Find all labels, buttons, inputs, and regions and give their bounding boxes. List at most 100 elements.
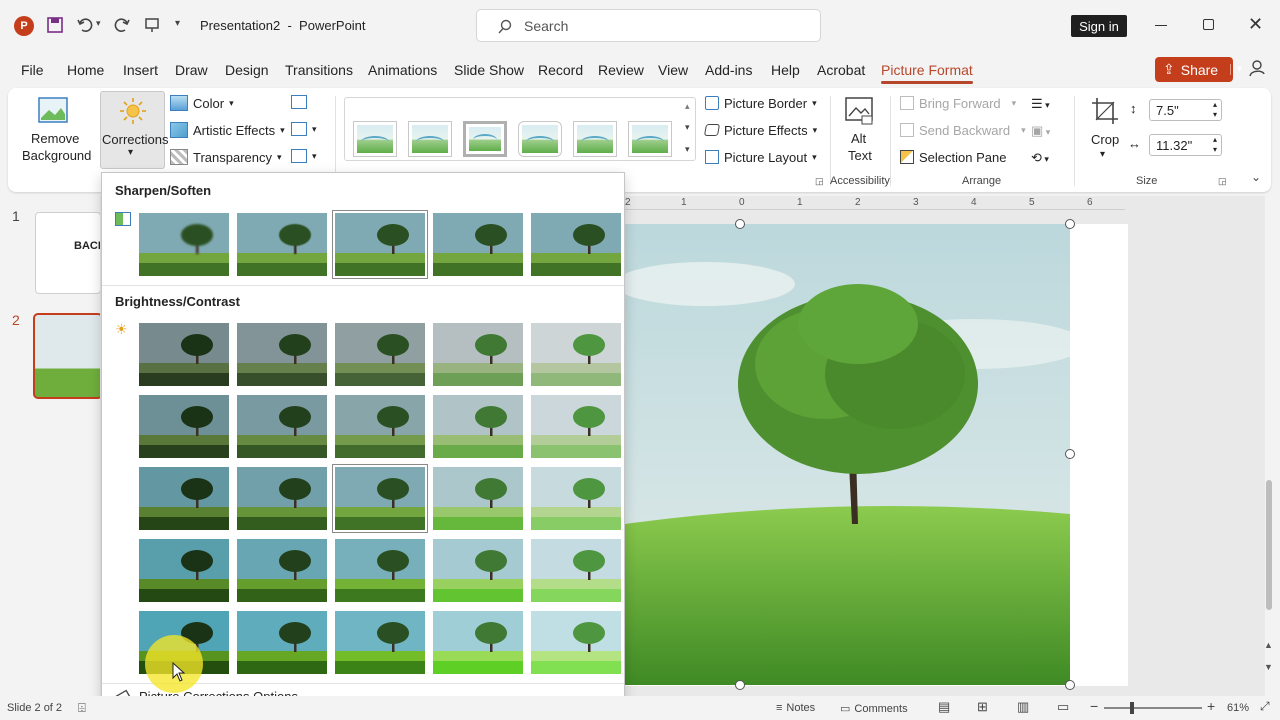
redo-icon[interactable] <box>112 15 132 35</box>
brightness-contrast-thumb[interactable] <box>531 539 621 602</box>
tab-acrobat[interactable]: Acrobat <box>817 62 865 78</box>
picture-styles-launcher-icon[interactable]: ◲ <box>815 176 824 187</box>
brightness-contrast-thumb[interactable] <box>139 395 229 458</box>
tab-picture-format[interactable]: Picture Format <box>881 62 973 84</box>
share-dropdown-icon[interactable]: ▾ <box>1230 64 1242 75</box>
resize-handle-bottom-right[interactable] <box>1065 680 1075 690</box>
remove-background-button[interactable]: Remove Background <box>18 93 91 168</box>
tab-design[interactable]: Design <box>225 62 269 78</box>
zoom-slider-thumb[interactable] <box>1130 702 1134 714</box>
slide-counter[interactable]: Slide 2 of 2 <box>7 702 62 714</box>
picture-style-6[interactable] <box>628 121 672 157</box>
picture-style-4[interactable] <box>518 121 562 157</box>
scroll-down-icon[interactable]: ▼ <box>1264 662 1273 672</box>
brightness-contrast-thumb[interactable] <box>139 539 229 602</box>
compress-pictures-icon[interactable] <box>291 95 307 109</box>
tab-file[interactable]: File <box>21 62 44 78</box>
zoom-in-icon[interactable]: + <box>1207 698 1215 714</box>
reading-view-icon[interactable]: ▥ <box>1017 699 1029 715</box>
gallery-scroll-down-icon[interactable]: ▾ <box>685 122 690 133</box>
brightness-contrast-thumb[interactable] <box>237 611 327 674</box>
change-picture-icon[interactable] <box>291 122 307 136</box>
tab-add-ins[interactable]: Add-ins <box>705 62 752 78</box>
reset-picture-dropdown-icon[interactable]: ▾ <box>312 151 317 162</box>
sharpen-thumb[interactable] <box>531 213 621 276</box>
sharpen-thumb[interactable] <box>332 210 428 279</box>
transparency-button[interactable]: Transparency ▾ <box>170 146 282 168</box>
brightness-contrast-thumb[interactable] <box>335 395 425 458</box>
save-icon[interactable] <box>45 15 65 35</box>
tree-picture[interactable] <box>615 224 1085 685</box>
vertical-scrollbar[interactable] <box>1266 480 1272 610</box>
resize-handle-top-right[interactable] <box>1065 219 1075 229</box>
brightness-contrast-thumb[interactable] <box>531 323 621 386</box>
sharpen-thumb[interactable] <box>139 213 229 276</box>
comments-button[interactable]: ▭ Comments <box>840 702 908 715</box>
change-picture-dropdown-icon[interactable]: ▾ <box>312 124 317 135</box>
tab-insert[interactable]: Insert <box>123 62 158 78</box>
brightness-contrast-thumb[interactable] <box>237 467 327 530</box>
picture-border-button[interactable]: Picture Border ▾ <box>705 92 817 114</box>
tab-draw[interactable]: Draw <box>175 62 208 78</box>
coauthor-icon[interactable] <box>1248 58 1268 81</box>
brightness-contrast-thumb[interactable] <box>335 539 425 602</box>
brightness-contrast-thumb[interactable] <box>335 611 425 674</box>
brightness-contrast-thumb[interactable] <box>433 611 523 674</box>
width-spinner[interactable]: 11.32" ▴ ▾ <box>1149 134 1222 156</box>
zoom-level[interactable]: 61% <box>1227 702 1249 714</box>
brightness-contrast-thumb[interactable] <box>237 395 327 458</box>
corrections-button[interactable]: Corrections ▾ <box>100 91 168 169</box>
tab-animations[interactable]: Animations <box>368 62 437 78</box>
selection-pane-button[interactable]: Selection Pane <box>900 146 1006 168</box>
sign-in-button[interactable]: Sign in <box>1071 15 1127 37</box>
slide-show-icon[interactable]: ▭ <box>1057 699 1069 715</box>
gallery-scroll-up-icon[interactable]: ▴ <box>685 101 690 112</box>
color-button[interactable]: Color ▾ <box>170 92 234 114</box>
brightness-contrast-thumb[interactable] <box>332 464 428 533</box>
zoom-slider[interactable] <box>1104 707 1202 709</box>
collapse-ribbon-icon[interactable]: ⌄ <box>1251 170 1261 184</box>
search-box[interactable]: Search <box>476 9 821 42</box>
brightness-contrast-thumb[interactable] <box>433 467 523 530</box>
accessibility-status-icon[interactable]: ⌹ <box>78 700 86 716</box>
tab-home[interactable]: Home <box>67 62 104 78</box>
artistic-effects-button[interactable]: Artistic Effects ▾ <box>170 119 285 141</box>
brightness-contrast-thumb[interactable] <box>237 323 327 386</box>
present-icon[interactable] <box>142 15 162 35</box>
crop-button[interactable]: Crop ▾ <box>1088 94 1122 162</box>
brightness-contrast-thumb[interactable] <box>433 539 523 602</box>
share-button[interactable]: ⇪ Share ▾ <box>1155 57 1242 82</box>
slide-thumbnail-2[interactable] <box>33 313 103 399</box>
tab-transitions[interactable]: Transitions <box>285 62 353 78</box>
brightness-contrast-thumb[interactable] <box>237 539 327 602</box>
minimize-icon[interactable] <box>1155 25 1167 26</box>
maximize-icon[interactable] <box>1203 19 1214 30</box>
tab-slide-show[interactable]: Slide Show <box>454 62 524 78</box>
rotate-icon[interactable]: ⟲ ▾ <box>1031 150 1049 166</box>
sharpen-thumb[interactable] <box>433 213 523 276</box>
picture-style-3[interactable] <box>463 121 507 157</box>
gallery-more-icon[interactable]: ▾ <box>685 144 690 155</box>
fit-slide-icon[interactable]: ⤢ <box>1260 699 1270 714</box>
undo-dropdown-icon[interactable]: ▾ <box>96 18 101 29</box>
brightness-contrast-thumb[interactable] <box>433 395 523 458</box>
brightness-contrast-thumb[interactable] <box>531 395 621 458</box>
slide-sorter-icon[interactable]: ⊞ <box>977 699 988 715</box>
tab-help[interactable]: Help <box>771 62 800 78</box>
slide-thumbnail-1[interactable]: BACK <box>35 212 106 294</box>
picture-effects-button[interactable]: Picture Effects ▾ <box>703 119 817 141</box>
tab-view[interactable]: View <box>658 62 688 78</box>
scroll-up-icon[interactable]: ▲ <box>1264 640 1273 650</box>
picture-style-2[interactable] <box>408 121 452 157</box>
resize-handle-bottom[interactable] <box>735 680 745 690</box>
align-icon[interactable]: ☰ ▾ <box>1031 96 1050 112</box>
resize-handle-right[interactable] <box>1065 449 1075 459</box>
reset-picture-icon[interactable] <box>291 149 307 163</box>
brightness-contrast-thumb[interactable] <box>531 467 621 530</box>
picture-layout-button[interactable]: Picture Layout ▾ <box>705 146 817 168</box>
alt-text-button[interactable]: Alt Text <box>840 94 880 166</box>
tab-record[interactable]: Record <box>538 62 583 78</box>
undo-icon[interactable] <box>75 15 95 35</box>
brightness-contrast-thumb[interactable] <box>531 611 621 674</box>
notes-button[interactable]: ≡ Notes <box>776 702 815 714</box>
